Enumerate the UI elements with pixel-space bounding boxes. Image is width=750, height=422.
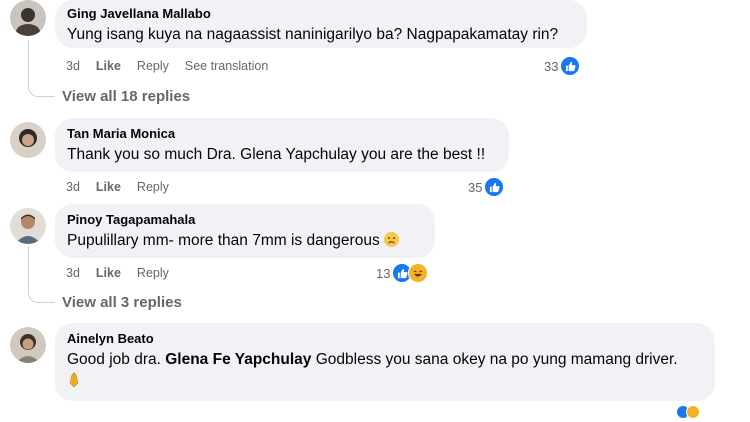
see-translation-link[interactable]: See translation (185, 58, 268, 74)
reaction-summary[interactable]: 13 (376, 263, 429, 283)
reaction-summary-partial[interactable] (676, 402, 700, 422)
comment-bubble: Ainelyn Beato Good job dra. Glena Fe Yap… (55, 323, 715, 401)
comment-text: Yung isang kuya na nagaassist naninigari… (67, 26, 559, 43)
comment-bubble: Ging Javellana Mallabo Yung isang kuya n… (55, 0, 587, 48)
comment-text: Good job dra. Glena Fe Yapchulay Godbles… (67, 350, 703, 370)
comment-time[interactable]: 3d (66, 265, 80, 281)
comment-time[interactable]: 3d (66, 58, 80, 74)
thread-line (28, 40, 55, 97)
reaction-summary[interactable]: 33 (544, 56, 581, 76)
comment-text: Thank you so much Dra. Glena Yapchulay y… (67, 146, 486, 163)
avatar[interactable] (10, 208, 46, 244)
comment-actions: 3d Like Reply See translation (66, 58, 284, 74)
avatar[interactable] (10, 0, 46, 36)
like-button[interactable]: Like (96, 58, 121, 74)
comment-text-after: Godbless you sana okey na po yung mamang… (311, 351, 678, 368)
comment-author[interactable]: Pinoy Tagapamahala (67, 212, 423, 228)
comment-actions: 3d Like Reply (66, 265, 185, 281)
like-reaction-icon (484, 177, 505, 197)
haha-reaction-icon (408, 263, 429, 283)
sad-emoji (383, 232, 399, 247)
comment-author[interactable]: Ging Javellana Mallabo (67, 6, 575, 22)
mention-link[interactable]: Glena Fe Yapchulay (165, 351, 311, 368)
comment-author[interactable]: Tan Maria Monica (67, 126, 497, 142)
like-button[interactable]: Like (96, 179, 121, 195)
avatar[interactable] (10, 122, 46, 158)
reply-button[interactable]: Reply (137, 179, 169, 195)
view-replies-link[interactable]: View all 18 replies (62, 88, 190, 105)
comment-text: Pupulillary mm- more than 7mm is dangero… (67, 231, 423, 251)
thread-line (28, 246, 55, 303)
haha-reaction-icon (686, 405, 700, 419)
comment-time[interactable]: 3d (66, 179, 80, 195)
reply-button[interactable]: Reply (137, 265, 169, 281)
reaction-summary[interactable]: 35 (468, 177, 505, 197)
reaction-count: 35 (468, 179, 483, 195)
like-button[interactable]: Like (96, 265, 121, 281)
reply-button[interactable]: Reply (137, 58, 169, 74)
folded-hands-emoji (67, 372, 81, 394)
comment-author[interactable]: Ainelyn Beato (67, 331, 703, 347)
comment-text-line2 (67, 372, 703, 394)
view-replies-link[interactable]: View all 3 replies (62, 294, 182, 311)
comment-text-content: Pupulillary mm- more than 7mm is dangero… (67, 232, 380, 249)
comment-text-before: Good job dra. (67, 351, 166, 368)
like-reaction-icon (560, 56, 581, 76)
avatar[interactable] (10, 327, 46, 363)
comment-actions: 3d Like Reply (66, 179, 185, 195)
comment-bubble: Pinoy Tagapamahala Pupulillary mm- more … (55, 204, 435, 258)
reaction-count: 33 (544, 58, 559, 74)
comment-bubble: Tan Maria Monica Thank you so much Dra. … (55, 118, 509, 172)
reaction-count: 13 (376, 265, 391, 281)
